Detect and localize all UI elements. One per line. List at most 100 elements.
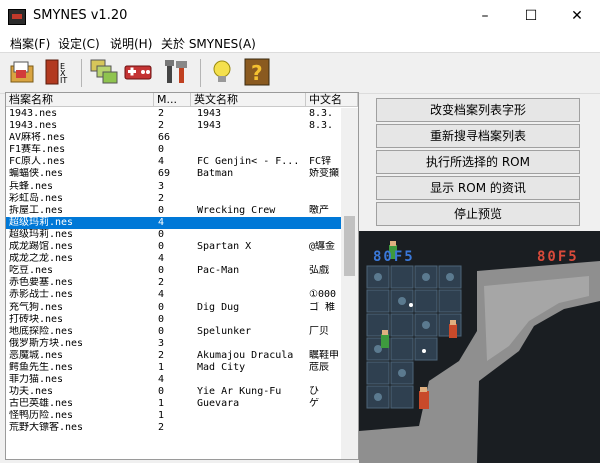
rom-mapper: 2	[158, 277, 165, 289]
rom-english-name: Akumajou Dracula	[197, 349, 294, 361]
rom-filename: 1943.nes	[9, 108, 58, 119]
vertical-scrollbar[interactable]	[341, 108, 358, 459]
app-icon	[8, 9, 26, 25]
rom-mapper: 4	[158, 253, 165, 265]
rom-filename: F1赛车.nes	[9, 144, 66, 156]
rom-mapper: 3	[158, 180, 165, 192]
rom-row[interactable]: 蝙蝠侠.nes 69 Batman 娇变攧	[6, 168, 341, 180]
rom-filename: 古巴英雄.nes	[9, 398, 74, 410]
player1-score: 80F5	[373, 249, 415, 265]
rom-chinese-name: 娇变攧	[309, 168, 339, 180]
rom-row[interactable]: 兵蜂.nes 3	[6, 181, 341, 193]
rom-row[interactable]: 古巴英雄.nes 1 Guevara ゲ	[6, 398, 341, 410]
change-font-button[interactable]: 改变档案列表字形	[376, 98, 580, 122]
scrollbar-thumb[interactable]	[344, 216, 355, 276]
rom-mapper: 2	[158, 192, 165, 204]
rom-row[interactable]: 打砖块.nes 0	[6, 314, 341, 326]
rom-row[interactable]: 1943.nes 2 1943 8.3.	[6, 120, 341, 132]
rom-row[interactable]: 功夫.nes 0 Yie Ar Kung-Fu ひ	[6, 386, 341, 398]
rom-row[interactable]: 拆屋工.nes 0 Wrecking Crew 曒产	[6, 205, 341, 217]
rom-chinese-name: ひ	[309, 386, 319, 398]
rom-mapper: 0	[158, 204, 165, 216]
rom-row[interactable]: 俄罗斯方块.nes 3	[6, 338, 341, 350]
rom-chinese-name: @纏金	[309, 241, 336, 253]
gamepad-icon[interactable]	[123, 57, 153, 87]
maximize-button[interactable]: ☐	[508, 0, 554, 32]
rom-mapper: 4	[158, 216, 165, 228]
rom-row[interactable]: AV麻将.nes 66	[6, 132, 341, 144]
rom-filename: 地底探险.nes	[9, 325, 74, 337]
help-icon[interactable]: ?	[242, 57, 272, 87]
exit-icon[interactable]: E X IT	[43, 57, 73, 87]
rescan-list-button[interactable]: 重新搜寻档案列表	[376, 124, 580, 148]
rom-row[interactable]: 超级玛莉.nes 4	[6, 216, 341, 229]
rom-mapper: 0	[158, 386, 165, 398]
rom-row[interactable]: 充气狗.nes 0 Dig Dug ゴ 稚	[6, 302, 341, 314]
rom-filename: 赤影战士.nes	[9, 289, 74, 301]
rom-english-name: Yie Ar Kung-Fu	[197, 386, 282, 398]
rom-english-name: Pac-Man	[197, 265, 240, 277]
rom-info-button[interactable]: 显示 ROM 的资讯	[376, 176, 580, 200]
tools-icon[interactable]	[162, 57, 192, 87]
run-rom-button[interactable]: 执行所选择的 ROM	[376, 150, 580, 174]
rom-row[interactable]: 地底探险.nes 0 Spelunker 厂贝	[6, 326, 341, 338]
rom-row[interactable]	[6, 435, 341, 447]
rom-filename: 超级玛莉.nes	[9, 228, 74, 240]
rom-english-name: Mad City	[197, 361, 246, 373]
rom-english-name: 1943	[197, 120, 222, 132]
rom-row[interactable]: FC原人.nes 4 FC Genjin< - F... FC锌	[6, 156, 341, 168]
game-preview: 80F5 80F5	[359, 231, 600, 463]
rom-mapper: 0	[158, 265, 165, 277]
menu-file[interactable]: 档案(F)	[10, 35, 50, 52]
rom-english-name: Spelunker	[197, 325, 252, 337]
lightbulb-icon[interactable]	[207, 57, 237, 87]
column-header-chinese-name[interactable]: 中文名	[306, 93, 358, 107]
rom-row[interactable]: 成龙踢馆.nes 0 Spartan X @纏金	[6, 241, 341, 253]
rom-row[interactable]: 吃豆.nes 0 Pac-Man 弘戲	[6, 265, 341, 277]
rom-mapper: 2	[158, 120, 165, 132]
close-button[interactable]: ✕	[554, 0, 600, 32]
toolbar: E X IT ?	[0, 52, 600, 94]
rom-chinese-name: 苊辰	[309, 361, 329, 373]
toolbar-separator	[200, 59, 201, 87]
rom-row[interactable]: 1943.nes 2 1943 8.3.	[6, 108, 341, 120]
menu-bar: 档案(F) 设定(C) 说明(H) 关於 SMYNES(A)	[0, 32, 600, 52]
rom-mapper: 4	[158, 156, 165, 168]
multi-window-icon[interactable]	[89, 57, 119, 87]
column-header-english-name[interactable]: 英文名称	[191, 93, 306, 107]
column-header-mapper[interactable]: M...	[154, 93, 191, 107]
rom-row[interactable]: 荒野大镖客.nes 2	[6, 422, 341, 434]
toolbar-separator	[81, 59, 82, 87]
minimize-button[interactable]: –	[462, 0, 508, 32]
rom-list[interactable]: 档案名称 M... 英文名称 中文名 1943.nes 2 1943 8.3. 1943…	[5, 92, 359, 460]
rom-english-name: Batman	[197, 168, 234, 180]
rom-mapper: 3	[158, 337, 165, 349]
rom-filename: AV麻将.nes	[9, 132, 66, 144]
stop-preview-button[interactable]: 停止预览	[376, 202, 580, 226]
rom-row[interactable]: 赤色要塞.nes 2	[6, 277, 341, 289]
rom-row[interactable]: 成龙之龙.nes 4	[6, 253, 341, 265]
rom-mapper: 1	[158, 361, 165, 373]
open-file-icon[interactable]	[7, 57, 37, 87]
rom-mapper: 2	[158, 108, 165, 119]
rom-mapper: 1	[158, 410, 165, 422]
menu-settings[interactable]: 设定(C)	[58, 35, 100, 52]
rom-row[interactable]: 赤影战士.nes 4 ①000	[6, 289, 341, 301]
column-header-filename[interactable]: 档案名称	[6, 93, 154, 107]
rom-filename: 怪鸭历险.nes	[9, 410, 74, 422]
menu-about[interactable]: 关於 SMYNES(A)	[161, 35, 256, 52]
rom-filename: 1943.nes	[9, 120, 58, 132]
title-bar: SMYNES v1.20 – ☐ ✕	[0, 0, 600, 32]
rom-english-name: Wrecking Crew	[197, 204, 276, 216]
rom-row[interactable]: 彩虹岛.nes 2	[6, 193, 341, 205]
rom-row[interactable]: 菲力猫.nes 4	[6, 374, 341, 386]
rom-english-name: Guevara	[197, 398, 240, 410]
rom-filename: 充气狗.nes	[9, 301, 64, 313]
rom-row[interactable]: F1赛车.nes 0	[6, 144, 341, 156]
game-scene	[359, 231, 600, 463]
rom-row[interactable]: 怪鸭历险.nes 1	[6, 410, 341, 422]
rom-row[interactable]: 恶魔城.nes 2 Akumajou Dracula 瞩鞋申	[6, 350, 341, 362]
menu-help[interactable]: 说明(H)	[110, 35, 152, 52]
rom-row[interactable]: 鳄鱼先生.nes 1 Mad City 苊辰	[6, 362, 341, 374]
rom-row[interactable]: 超级玛莉.nes 0	[6, 229, 341, 241]
